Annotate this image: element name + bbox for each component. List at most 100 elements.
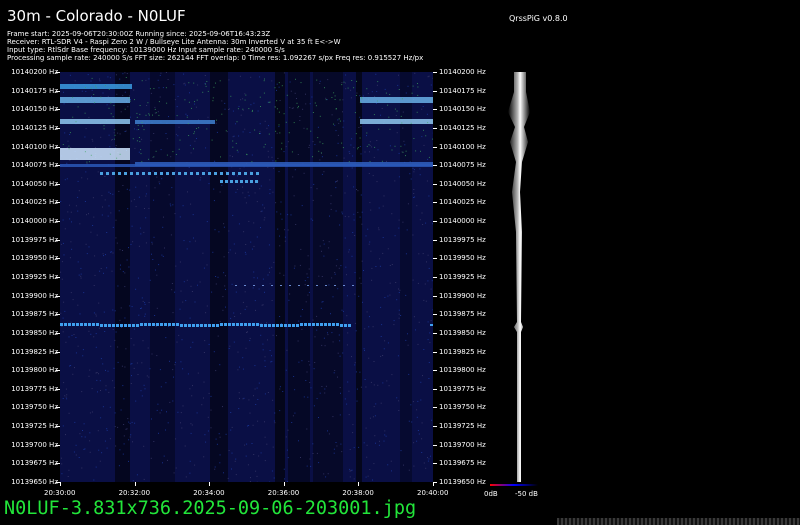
time-label: 20:38:00 <box>342 489 374 497</box>
freq-tick-right <box>433 258 437 260</box>
info-line-processing: Processing sample rate: 240000 S/s FFT s… <box>7 54 424 62</box>
signal-trace <box>228 323 231 326</box>
signal-trace <box>152 323 155 326</box>
signal-trace <box>60 164 360 167</box>
freq-label-right: 10140075 Hz <box>439 161 486 170</box>
signal-trace <box>328 323 331 326</box>
signal-trace <box>332 323 335 326</box>
signal-trace <box>164 323 167 326</box>
signal-trace <box>220 323 223 326</box>
signal-trace <box>268 324 271 327</box>
signal-trace <box>296 324 299 327</box>
signal-trace <box>135 120 215 124</box>
horizontal-scrollbar[interactable] <box>557 518 800 525</box>
freq-tick-right <box>433 239 437 241</box>
signal-trace <box>360 97 433 103</box>
signal-trace <box>276 324 279 327</box>
signal-trace <box>76 323 79 326</box>
signal-trace <box>320 323 323 326</box>
signal-trace <box>260 324 263 327</box>
signal-trace <box>264 324 267 327</box>
freq-label-right: 10139675 Hz <box>439 459 486 468</box>
filename-caption: N0LUF-3.831x736.2025-09-06-203001.jpg <box>4 498 417 519</box>
signal-trace <box>212 324 215 327</box>
freq-label-right: 10139975 Hz <box>439 235 486 244</box>
freq-tick-right <box>433 146 437 148</box>
time-tick <box>134 482 136 486</box>
freq-tick-left <box>56 314 60 316</box>
freq-tick-left <box>56 239 60 241</box>
freq-tick-right <box>433 109 437 111</box>
freq-tick-left <box>56 258 60 260</box>
signal-trace <box>308 323 311 326</box>
freq-label-left: 10139900 Hz <box>11 291 58 300</box>
signal-trace <box>292 324 295 327</box>
noise-band <box>210 72 228 482</box>
freq-label-left: 10140150 Hz <box>11 105 58 114</box>
freq-tick-right <box>433 277 437 278</box>
db-color-bar <box>490 484 538 486</box>
freq-tick-left <box>56 332 60 334</box>
signal-trace <box>316 323 319 326</box>
signal-trace <box>312 323 315 326</box>
freq-tick-right <box>433 351 437 353</box>
freq-tick-right <box>433 426 437 428</box>
power-profile <box>490 72 540 482</box>
signal-trace <box>216 324 219 327</box>
signal-trace <box>60 148 130 160</box>
freq-tick-right <box>433 388 437 390</box>
signal-trace <box>192 324 195 327</box>
signal-trace <box>348 324 351 327</box>
freq-tick-left <box>56 444 60 446</box>
signal-trace <box>248 323 251 326</box>
freq-tick-right <box>433 407 437 409</box>
noise-band <box>313 72 343 482</box>
noise-band <box>356 72 362 482</box>
db-label-max: 0dB <box>484 490 498 498</box>
signal-trace <box>140 323 143 326</box>
freq-tick-right <box>433 165 437 167</box>
freq-label-right: 10139725 Hz <box>439 422 486 431</box>
freq-label-right: 10139800 Hz <box>439 366 486 375</box>
signal-trace <box>176 323 179 326</box>
power-trace <box>508 72 530 482</box>
freq-tick-right <box>433 90 437 92</box>
signal-trace <box>100 324 103 327</box>
freq-label-right: 10140000 Hz <box>439 217 486 226</box>
time-tick <box>358 482 360 486</box>
signal-trace <box>304 323 307 326</box>
signal-trace <box>204 324 207 327</box>
freq-tick-right <box>433 221 437 223</box>
signal-trace <box>124 324 127 327</box>
signal-trace <box>256 323 259 326</box>
version-label: QrssPiG v0.8.0 <box>509 14 568 23</box>
signal-trace <box>80 323 83 326</box>
signal-trace <box>128 324 131 327</box>
signal-trace <box>132 324 135 327</box>
time-tick <box>60 482 61 486</box>
time-label: 20:30:00 <box>44 489 76 497</box>
freq-label-right: 10139825 Hz <box>439 347 486 356</box>
signal-trace <box>236 323 239 326</box>
freq-tick-left <box>56 407 60 409</box>
signal-trace <box>88 323 91 326</box>
signal-trace <box>224 323 227 326</box>
freq-tick-left <box>56 463 60 465</box>
signal-trace <box>92 323 95 326</box>
signal-trace <box>116 324 119 327</box>
signal-trace <box>104 324 107 327</box>
signal-trace <box>96 323 99 326</box>
freq-tick-left <box>56 202 60 204</box>
freq-label-right: 10139650 Hz <box>439 478 486 486</box>
noise-band <box>288 72 310 482</box>
freq-tick-left <box>56 183 60 185</box>
freq-tick-right <box>433 202 437 204</box>
signal-trace <box>72 323 75 326</box>
freq-label-left: 10139875 Hz <box>11 310 58 319</box>
signal-trace <box>208 324 211 327</box>
freq-label-right: 10139875 Hz <box>439 310 486 319</box>
freq-tick-left <box>56 351 60 353</box>
signal-trace <box>336 323 339 326</box>
freq-tick-right <box>433 314 437 316</box>
freq-tick-left <box>56 221 60 223</box>
